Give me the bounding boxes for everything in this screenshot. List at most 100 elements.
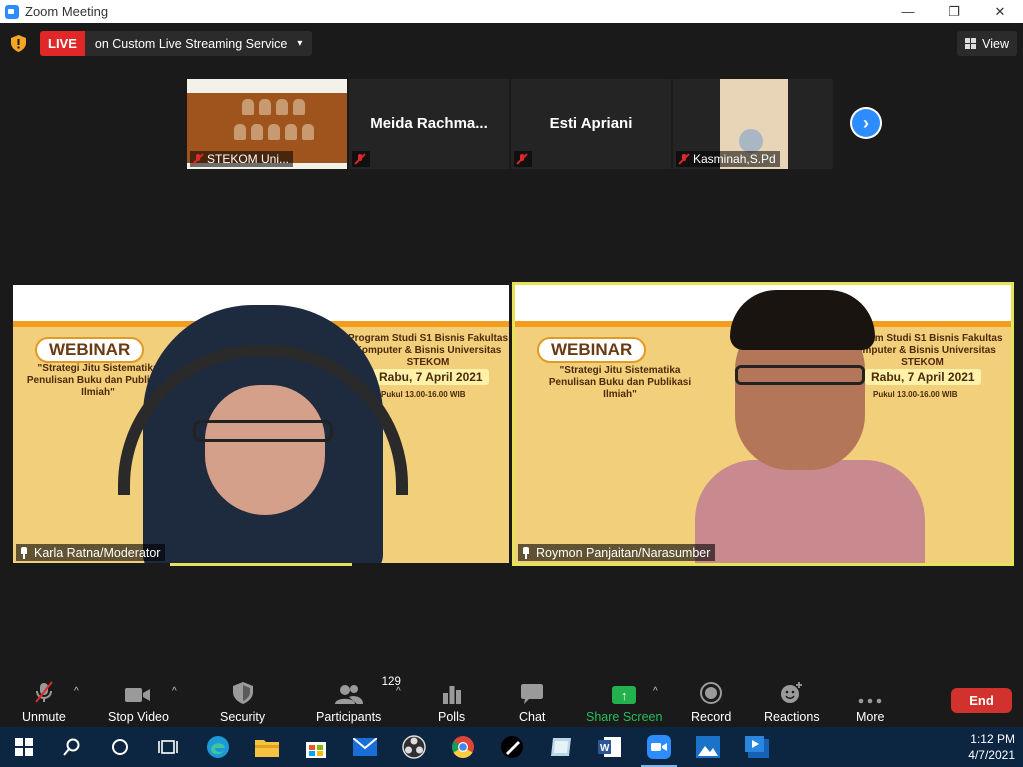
chevron-down-icon: ▾ (297, 38, 303, 49)
reactions-smiley-icon (780, 682, 802, 703)
participant-name-label: STEKOM Uni... (190, 151, 294, 167)
share-options-caret[interactable]: ^ (653, 686, 658, 697)
title-bar: Zoom Meeting — ❐ ✕ (0, 0, 1023, 23)
participant-thumbnail[interactable]: Kasminah,S.Pd (673, 79, 833, 169)
file-explorer-icon[interactable] (253, 733, 281, 761)
muted-mic-icon (192, 153, 204, 165)
participant-name-label (352, 151, 370, 167)
participant-name-label (514, 151, 532, 167)
security-label: Security (220, 710, 266, 724)
video-name-label: Karla Ratna/Moderator (16, 544, 166, 561)
muted-mic-icon (354, 153, 366, 165)
participant-name-display: Meida Rachma... (370, 115, 488, 132)
windows-taskbar: W 1:12 PM 4/7/2021 (0, 727, 1023, 767)
share-arrow-icon: ↑ (612, 686, 637, 704)
svg-text:W: W (600, 743, 610, 754)
zoom-taskbar-icon[interactable] (641, 733, 677, 767)
active-speaker-video-tile[interactable]: WEBINAR "Strategi Jitu Sistematika Penul… (512, 282, 1014, 566)
unmute-label: Unmute (22, 710, 66, 724)
participant-name-label: Kasminah,S.Pd (676, 151, 780, 167)
obs-studio-icon[interactable] (400, 733, 428, 761)
audio-options-caret[interactable]: ^ (74, 686, 79, 697)
edge-browser-icon[interactable] (204, 733, 232, 761)
view-label: View (982, 36, 1009, 51)
active-audio-bar (170, 563, 352, 566)
windows-start-icon[interactable] (10, 733, 38, 761)
unmute-button[interactable]: Unmute (22, 680, 66, 724)
meeting-toolbar: Unmute ^ Stop Video ^ Security 129 Parti… (0, 672, 1023, 727)
participant-name-display: Esti Apriani (549, 115, 633, 132)
participant-video-tile[interactable]: WEBINAR "Strategi Jitu Sistematika Penul… (13, 285, 509, 563)
end-meeting-button[interactable]: End (951, 688, 1012, 713)
chevron-right-icon: › (852, 109, 880, 137)
participant-thumbnail[interactable]: Esti Apriani (511, 79, 671, 169)
mail-icon[interactable] (351, 733, 379, 761)
inkscape-icon[interactable] (498, 733, 526, 761)
window-controls: — ❐ ✕ (885, 0, 1023, 23)
participant-thumbnail[interactable]: Meida Rachma... (349, 79, 509, 169)
pin-icon (19, 546, 29, 559)
view-button[interactable]: View (957, 31, 1017, 56)
muted-mic-icon (516, 153, 528, 165)
polls-button[interactable]: Polls (438, 680, 465, 724)
meeting-info-shield-icon[interactable] (11, 35, 26, 52)
video-options-caret[interactable]: ^ (172, 686, 177, 697)
video-editor-icon[interactable] (743, 733, 771, 761)
webinar-title: WEBINAR (537, 337, 647, 363)
live-stream-service-label: on Custom Live Streaming Service (94, 36, 288, 51)
muted-mic-icon (678, 153, 690, 165)
zoom-window: Zoom Meeting — ❐ ✕ LIVE on Custom Live S… (0, 0, 1023, 727)
search-icon[interactable] (58, 733, 86, 761)
stop-video-button[interactable]: Stop Video (108, 680, 169, 724)
pin-icon (521, 546, 531, 559)
photos-icon[interactable] (694, 733, 722, 761)
cortana-icon[interactable] (106, 733, 134, 761)
chat-icon (521, 684, 544, 704)
polls-label: Polls (438, 710, 466, 724)
video-name-label: Roymon Panjaitan/Narasumber (518, 544, 716, 561)
stop-video-label: Stop Video (108, 710, 169, 724)
chat-button[interactable]: Chat (519, 680, 545, 724)
system-clock[interactable]: 1:12 PM 4/7/2021 (968, 731, 1015, 763)
muted-mic-icon (35, 681, 53, 703)
participant-thumbnail[interactable]: STEKOM Uni... (187, 79, 347, 169)
chrome-icon[interactable] (449, 733, 477, 761)
word-icon[interactable]: W (596, 733, 624, 761)
reactions-label: Reactions (764, 710, 820, 724)
live-stream-dropdown[interactable]: on Custom Live Streaming Service ▾ (84, 31, 313, 56)
participants-icon (334, 685, 363, 704)
notes-app-icon[interactable] (547, 733, 575, 761)
restore-button[interactable]: ❐ (931, 0, 977, 23)
task-view-icon[interactable] (154, 733, 182, 761)
participant-thumbnail-strip: STEKOM Uni... Meida Rachma... Esti Apria… (187, 79, 833, 169)
webinar-time: Pukul 13.00-16.00 WIB (381, 390, 466, 399)
record-icon (700, 682, 723, 704)
live-stream-indicator[interactable]: LIVE on Custom Live Streaming Service ▾ (40, 31, 313, 56)
window-title: Zoom Meeting (25, 4, 109, 19)
video-camera-icon (125, 688, 151, 702)
next-page-button[interactable]: › (850, 107, 882, 139)
close-button[interactable]: ✕ (977, 0, 1023, 23)
shield-icon (232, 682, 253, 704)
clock-date: 4/7/2021 (968, 748, 1015, 762)
speaker-video (695, 285, 925, 563)
share-screen-button[interactable]: ↑ Share Screen (586, 680, 662, 724)
webinar-topic: "Strategi Jitu Sistematika Penulisan Buk… (548, 365, 692, 400)
clock-time: 1:12 PM (970, 732, 1015, 746)
share-screen-label: Share Screen (586, 710, 663, 724)
participants-options-caret[interactable]: ^ (396, 686, 401, 697)
webinar-title: WEBINAR (35, 337, 145, 363)
zoom-app-icon (5, 4, 19, 19)
participants-button[interactable]: 129 Participants (316, 676, 401, 724)
grid-view-icon (965, 38, 977, 49)
store-icon[interactable] (302, 733, 330, 761)
reactions-button[interactable]: Reactions (764, 680, 820, 724)
security-button[interactable]: Security (220, 680, 265, 724)
record-button[interactable]: Record (691, 680, 731, 724)
minimize-button[interactable]: — (885, 0, 931, 23)
more-label: More (856, 710, 885, 724)
polls-icon (442, 686, 461, 704)
more-button[interactable]: More (856, 680, 884, 724)
record-label: Record (691, 710, 732, 724)
moderator-video (118, 295, 408, 563)
